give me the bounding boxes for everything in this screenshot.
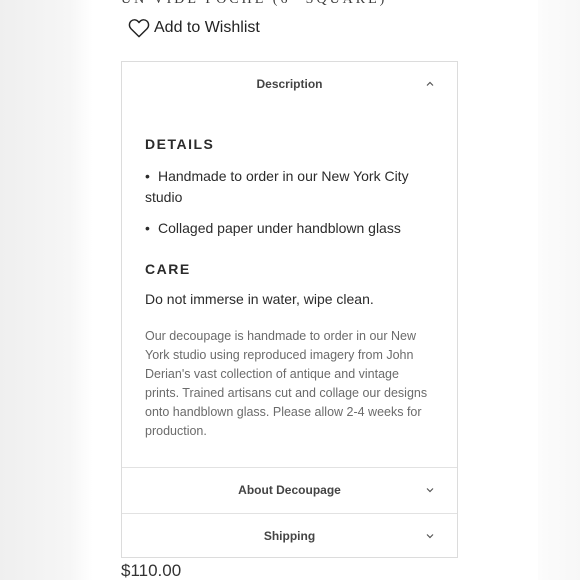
- shipping-accordion-header[interactable]: Shipping: [122, 514, 457, 558]
- about-decoupage-title: About Decoupage: [238, 483, 341, 497]
- care-text: Do not immerse in water, wipe clean.: [145, 291, 374, 307]
- chevron-down-icon: [425, 485, 435, 495]
- details-heading: DETAILS: [145, 136, 215, 152]
- about-decoupage-accordion-header[interactable]: About Decoupage: [122, 468, 457, 512]
- care-heading: CARE: [145, 261, 191, 277]
- shipping-title: Shipping: [263, 529, 316, 543]
- detail-bullet: Handmade to order in our New York City s…: [145, 166, 435, 208]
- detail-bullet: Collaged paper under handblown glass: [145, 218, 435, 239]
- description-title: Description: [256, 77, 323, 91]
- heart-icon: [128, 18, 150, 38]
- description-paragraph: Our decoupage is handmade to order in ou…: [145, 329, 428, 438]
- product-price: $110.00: [121, 561, 182, 580]
- add-to-wishlist-button[interactable]: Add to Wishlist: [128, 18, 260, 38]
- page: UN VIDE POCHE (6" SQUARE) Add to Wishlis…: [0, 0, 580, 580]
- product-title: UN VIDE POCHE (6" SQUARE): [121, 0, 387, 8]
- product-accordion: Description DETAILS Handmade to order in…: [121, 61, 458, 558]
- wishlist-label: Add to Wishlist: [154, 19, 260, 36]
- chevron-down-icon: [425, 531, 435, 541]
- chevron-up-icon: [425, 79, 435, 89]
- description-content: DETAILS Handmade to order in our New Yor…: [145, 136, 435, 441]
- description-accordion-header[interactable]: Description: [122, 62, 457, 106]
